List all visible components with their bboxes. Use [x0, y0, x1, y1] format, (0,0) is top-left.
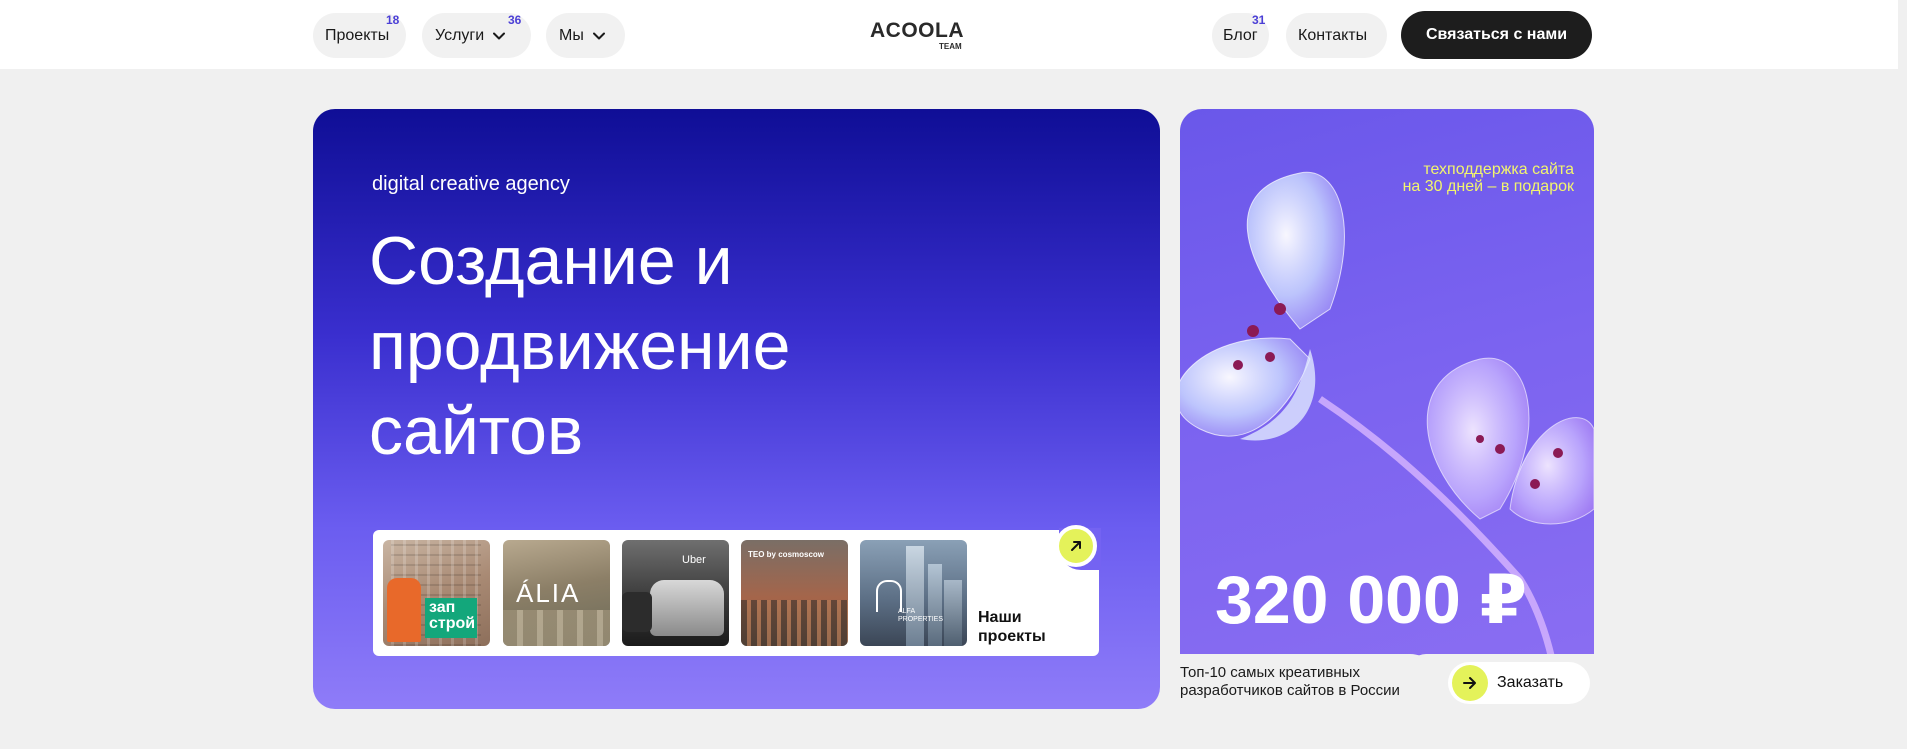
hero-kicker: digital creative agency — [372, 173, 570, 195]
nav-blog-count: 31 — [1252, 13, 1266, 27]
logo-sub: TEAM — [939, 42, 962, 51]
projects-strip[interactable]: зап строй ÁLIA Uber TEO by cosmoscow ALF… — [373, 525, 1101, 656]
project-thumb-uber[interactable]: Uber — [622, 540, 729, 646]
project-thumb-alfa[interactable]: ALFA PROPERTIES — [860, 540, 967, 646]
arrow-right-icon — [1452, 665, 1488, 701]
acoola-logo[interactable]: ACOOLA TEAM — [870, 18, 970, 52]
our-projects-label[interactable]: Наши проекты — [978, 608, 1046, 646]
promo-card: техподдержка сайта на 30 дней – в подаро… — [1180, 109, 1598, 714]
nav-projects-count: 18 — [386, 13, 400, 27]
car-shape-dark — [622, 592, 652, 632]
hero-card: digital creative agency Создание и продв… — [313, 109, 1160, 709]
nav-contacts-label: Контакты — [1298, 26, 1368, 44]
chevron-down-icon — [493, 32, 506, 40]
nav-projects[interactable]: Проекты 18 — [313, 13, 406, 58]
hero-headline: Создание и продвижение сайтов — [369, 223, 791, 469]
nav-contacts[interactable]: Контакты — [1286, 13, 1387, 58]
car-shape — [650, 580, 724, 636]
order-button[interactable]: Заказать — [1448, 662, 1590, 704]
alia-label: ÁLIA — [516, 578, 581, 608]
tower-shape — [928, 564, 942, 646]
project-thumb-zapstroy[interactable]: зап строй — [383, 540, 490, 646]
promo-tagline: Топ-10 самых креативных разработчиков са… — [1180, 664, 1400, 699]
teo-scene — [741, 600, 848, 646]
alfa-label: ALFA PROPERTIES — [898, 608, 943, 623]
zapstroy-label: зап строй — [429, 599, 476, 632]
tower-shape — [944, 580, 962, 646]
header: Проекты 18 Услуги 36 Мы ACOOLA TEAM Блог… — [0, 0, 1907, 69]
nav-blog-label: Блог — [1223, 26, 1258, 44]
tower-shape — [906, 546, 924, 646]
arrow-up-right-icon[interactable] — [1055, 525, 1097, 567]
chevron-down-icon — [592, 32, 605, 40]
teo-label: TEO by cosmoscow — [748, 550, 825, 559]
logo-main: ACOOLA — [870, 19, 964, 42]
uber-label: Uber — [682, 554, 706, 566]
gift-text: техподдержка сайта на 30 дней – в подаро… — [1402, 161, 1574, 195]
nav-services-count: 36 — [508, 13, 522, 27]
page-scrollbar[interactable] — [1898, 0, 1907, 749]
promo-background: техподдержка сайта на 30 дней – в подаро… — [1180, 109, 1594, 709]
order-label: Заказать — [1497, 674, 1564, 691]
nav-about[interactable]: Мы — [546, 13, 625, 58]
worker-figure — [387, 578, 421, 642]
aerial-buildings — [503, 610, 610, 646]
project-thumb-alia[interactable]: ÁLIA — [503, 540, 610, 646]
nav-about-label: Мы — [559, 26, 584, 44]
project-thumb-teo[interactable]: TEO by cosmoscow — [741, 540, 848, 646]
price: 320 000 ₽ — [1215, 562, 1528, 638]
nav-blog[interactable]: Блог 31 — [1212, 13, 1269, 58]
contact-us-button[interactable]: Связаться с нами — [1401, 11, 1592, 59]
nav-services[interactable]: Услуги 36 — [422, 13, 531, 58]
nav-services-label: Услуги — [435, 26, 485, 44]
nav-projects-label: Проекты — [325, 26, 390, 44]
